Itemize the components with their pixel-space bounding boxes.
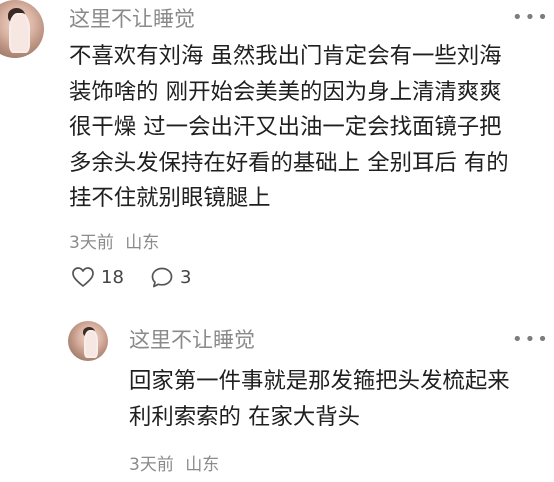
comment-time: 3天前 — [69, 233, 114, 253]
comment-body: 不喜欢有刘海 虽然我出门肯定会有一些刘海 装饰啥的 刚开始会美美的因为身上清清爽… — [69, 39, 509, 217]
reply-username[interactable]: 这里不让睡觉 — [129, 324, 255, 354]
comment-line: 多余头发保持在好看的基础上 全别耳后 有的 — [69, 149, 509, 176]
reply-meta: 3天前 山东 — [129, 450, 219, 475]
comment-username[interactable]: 这里不让睡觉 — [69, 3, 195, 33]
reply-body: 回家第一件事就是那发箍把头发梳起来 利利索索的 在家大背头 — [129, 364, 510, 435]
reply-more-options-icon[interactable]: ••• — [512, 331, 550, 349]
reply-location: 山东 — [185, 455, 220, 475]
comment-location: 山东 — [125, 233, 160, 253]
reply-line: 利利索索的 在家大背头 — [129, 403, 361, 430]
reply-line: 回家第一件事就是那发箍把头发梳起来 — [129, 368, 510, 394]
reply-button[interactable]: 3 — [150, 266, 191, 289]
comment-line: 不喜欢有刘海 虽然我出门肯定会有一些刘海 — [69, 43, 502, 69]
reply-count: 3 — [180, 267, 192, 288]
more-options-icon[interactable]: ••• — [512, 9, 550, 27]
comment-line: 很干燥 过一会出汗又出油一定会找面镜子把 — [69, 114, 502, 140]
comment-line: 挂不住就别眼镜腿上 — [69, 185, 271, 211]
like-count: 18 — [101, 266, 124, 288]
avatar[interactable] — [0, 0, 44, 58]
reply-time: 3天前 — [129, 455, 174, 475]
speech-bubble-icon — [151, 267, 173, 288]
comment-line: 装饰啥的 刚开始会美美的因为身上清清爽爽 — [69, 78, 502, 105]
reply-avatar[interactable] — [68, 321, 108, 361]
like-button[interactable]: 18 — [71, 266, 124, 288]
heart-outline-icon — [72, 267, 94, 287]
comment-meta: 3天前 山东 — [69, 228, 159, 253]
